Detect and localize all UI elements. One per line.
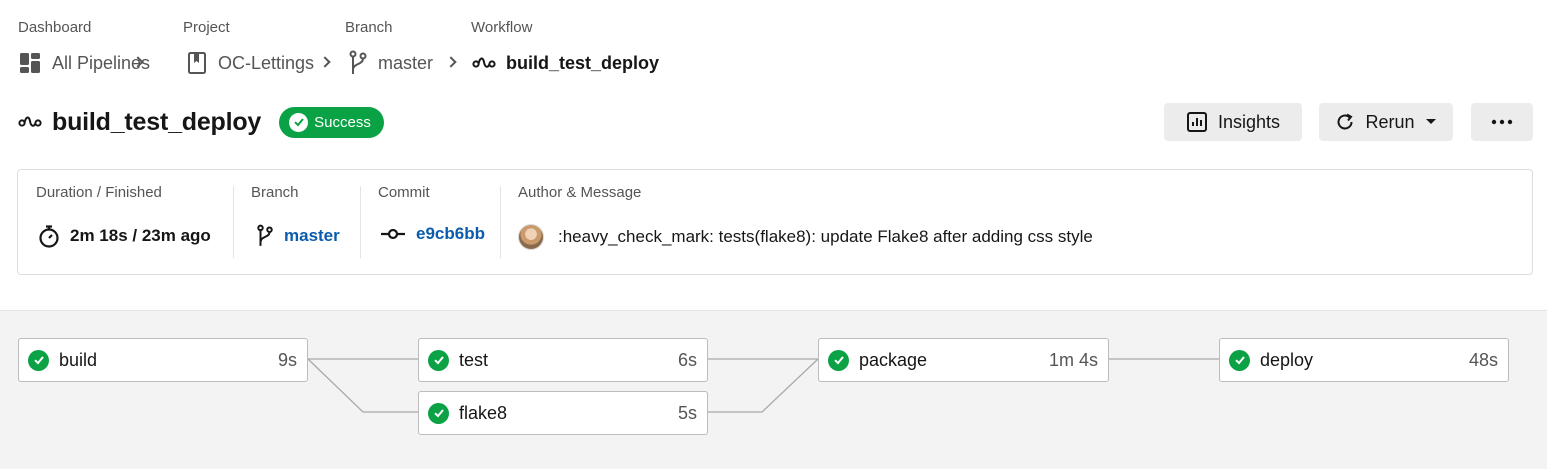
divider: [233, 186, 234, 258]
avatar[interactable]: [518, 224, 544, 250]
insights-label: Insights: [1217, 111, 1281, 132]
duration-field: Duration / Finished: [36, 184, 162, 202]
commit-icon: [380, 228, 406, 240]
branch-icon: [348, 50, 368, 76]
caret-down-icon: [1425, 118, 1437, 126]
job-name: build: [59, 349, 98, 370]
success-check-icon: [428, 402, 449, 424]
author-field: Author & Message: [518, 184, 641, 202]
chevron-right-icon: [445, 56, 457, 68]
job-deploy[interactable]: deploy 48s: [1219, 338, 1509, 382]
workflow-connectors: [307, 358, 1219, 413]
stopwatch-icon: [38, 224, 60, 248]
job-duration: 9s: [277, 349, 297, 370]
success-check-icon: [828, 349, 849, 371]
workflow-summary-card: Duration / Finished 2m 18s / 23m ago Bra…: [17, 169, 1533, 275]
ellipsis-icon: [1491, 119, 1513, 125]
status-badge-label: Success: [314, 113, 371, 131]
job-test[interactable]: test 6s: [418, 338, 708, 382]
branch-link[interactable]: master: [256, 224, 340, 248]
job-build[interactable]: build 9s: [18, 338, 308, 382]
more-options-button[interactable]: [1471, 103, 1533, 141]
page-title: build_test_deploy: [52, 107, 262, 136]
workflow-icon: [472, 53, 496, 73]
chevron-right-icon: [319, 56, 331, 68]
author-message: :heavy_check_mark: tests(flake8): update…: [518, 224, 1093, 250]
breadcrumb-current-workflow: build_test_deploy: [472, 50, 659, 76]
success-check-icon: [428, 349, 449, 371]
rerun-icon: [1335, 112, 1355, 132]
breadcrumb-link-label: master: [378, 52, 434, 73]
job-flake8[interactable]: flake8 5s: [418, 391, 708, 435]
job-name: flake8: [459, 402, 508, 423]
rerun-label: Rerun: [1365, 111, 1415, 132]
breadcrumb-link-all-pipelines[interactable]: All Pipelines: [18, 50, 150, 76]
breadcrumb-link-project[interactable]: OC-Lettings: [186, 50, 314, 76]
rerun-button[interactable]: Rerun: [1319, 103, 1453, 141]
dashboard-icon: [18, 51, 42, 75]
breadcrumb-branch: Branch: [345, 19, 393, 37]
commit-field: Commit: [378, 184, 430, 202]
job-duration: 5s: [677, 402, 697, 423]
branch-icon: [256, 224, 274, 248]
job-package[interactable]: package 1m 4s: [818, 338, 1109, 382]
job-duration: 1m 4s: [1048, 349, 1098, 370]
success-check-icon: [1229, 349, 1250, 371]
job-name: package: [859, 349, 928, 370]
page-header: build_test_deploy Success: [18, 104, 384, 140]
status-badge: Success: [279, 106, 384, 138]
insights-button[interactable]: Insights: [1164, 103, 1302, 141]
divider: [500, 186, 501, 258]
duration-label: Duration / Finished: [36, 184, 162, 201]
breadcrumb-project: Project: [183, 19, 230, 37]
breadcrumb-label: Workflow: [471, 19, 533, 36]
commit-label: Commit: [378, 184, 430, 201]
branch-field: Branch: [251, 184, 299, 202]
job-name: deploy: [1260, 349, 1314, 370]
success-check-icon: [28, 349, 49, 371]
insights-chart-icon: [1186, 111, 1208, 133]
job-duration: 48s: [1468, 349, 1498, 370]
breadcrumb-label: Project: [183, 19, 230, 36]
commit-link[interactable]: e9cb6bb: [380, 224, 485, 244]
project-bookmark-icon: [186, 51, 208, 75]
commit-message: :heavy_check_mark: tests(flake8): update…: [558, 227, 1093, 246]
breadcrumb-dashboard: Dashboard: [18, 19, 91, 37]
branch-label: Branch: [251, 184, 299, 201]
workflow-graph: build 9s test 6s flake8 5s package 1m 4s…: [0, 310, 1547, 469]
breadcrumb-link-label: build_test_deploy: [506, 52, 660, 73]
check-circle-icon: [289, 112, 309, 132]
duration-value: 2m 18s / 23m ago: [38, 224, 211, 248]
breadcrumb-link-label: OC-Lettings: [218, 52, 315, 73]
breadcrumb-label: Branch: [345, 19, 393, 36]
workflow-icon: [18, 112, 42, 132]
job-duration: 6s: [677, 349, 697, 370]
divider: [360, 186, 361, 258]
job-name: test: [459, 349, 489, 370]
breadcrumb-label: Dashboard: [18, 19, 92, 36]
breadcrumb-workflow: Workflow: [471, 19, 532, 37]
breadcrumb-link-branch[interactable]: master: [348, 50, 433, 76]
author-label: Author & Message: [518, 184, 642, 201]
